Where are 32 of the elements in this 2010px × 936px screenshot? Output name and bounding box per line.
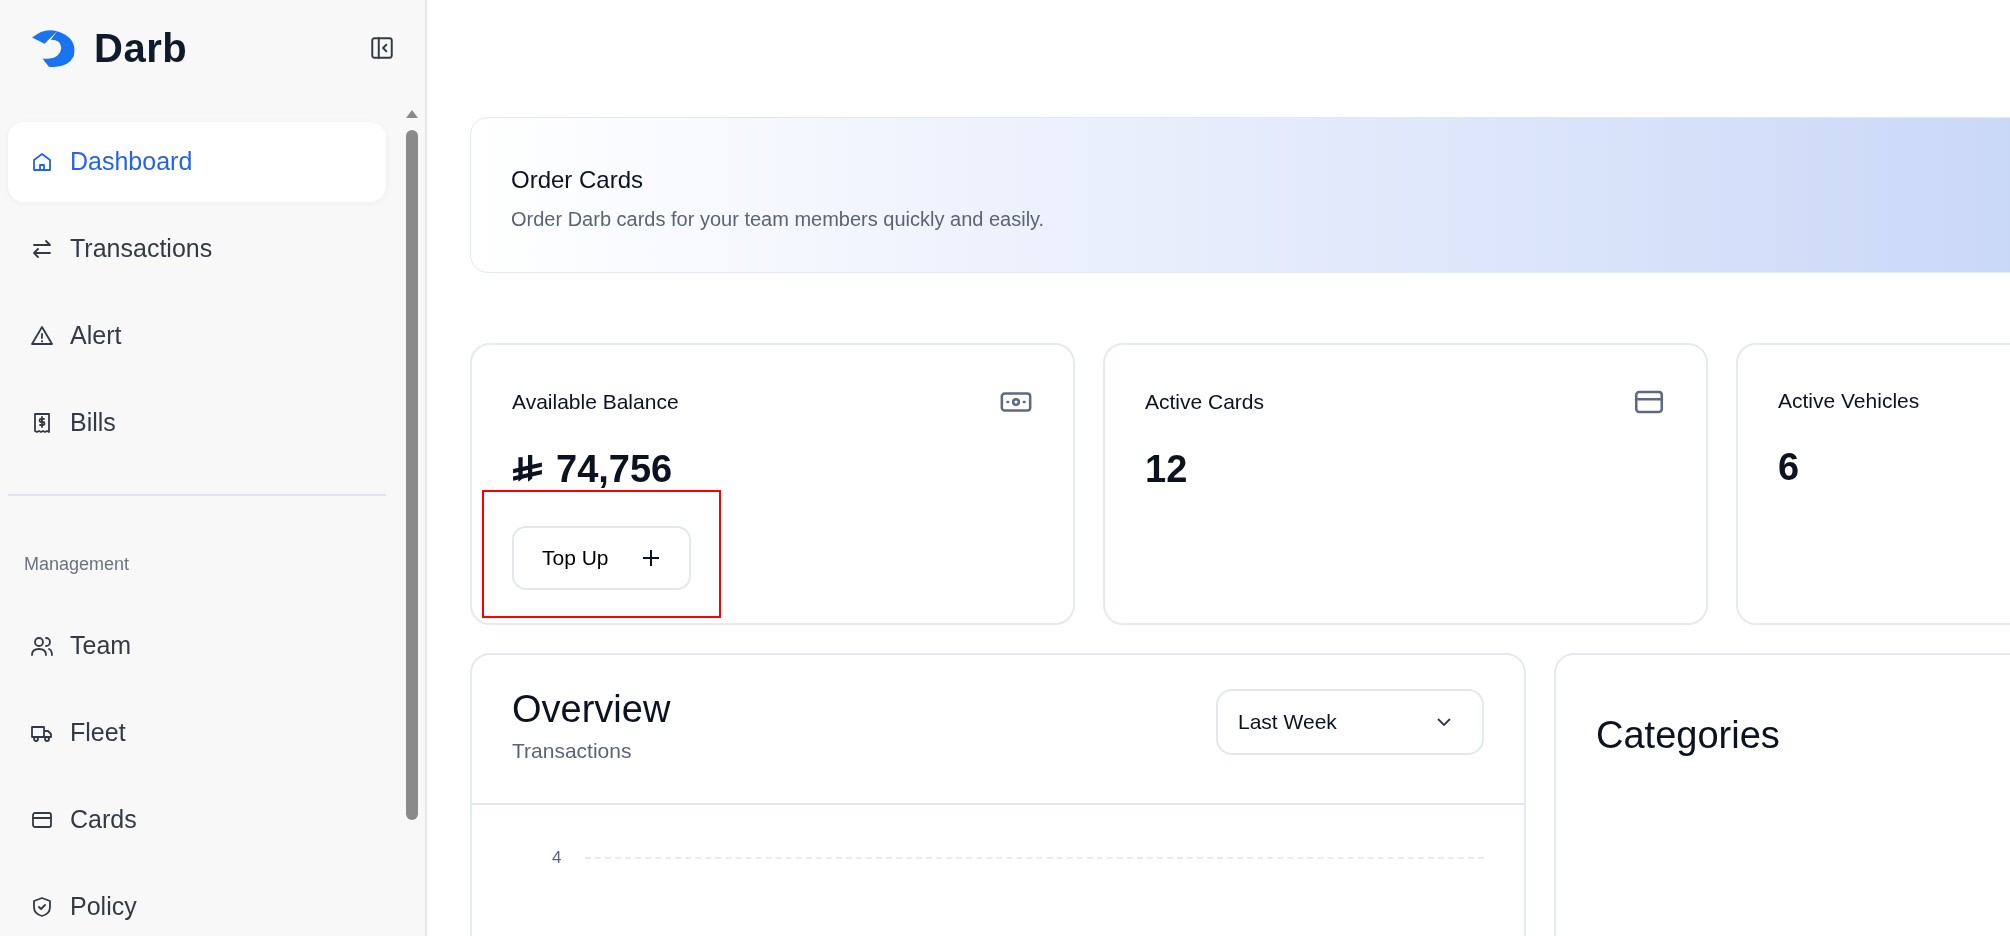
overview-subtitle: Transactions (512, 737, 633, 764)
stat-label: Active Cards (1145, 389, 1265, 416)
banner-subtitle: Order Darb cards for your team members quickly and easily. (511, 207, 1046, 232)
sidebar-collapse-button[interactable] (369, 35, 395, 61)
stat-label: Available Balance (512, 389, 679, 416)
axis-tick-label: 4 (552, 847, 562, 869)
logo-text: Darb (94, 25, 188, 72)
period-dropdown[interactable]: Last Week (1216, 689, 1484, 755)
banner-title: Order Cards (511, 165, 645, 195)
stat-label: Active Vehicles (1778, 388, 1920, 414)
nav-item[interactable]: Bills (8, 383, 386, 463)
shield-icon (30, 895, 54, 919)
section-title: Management (23, 553, 131, 576)
overview-title: Overview (512, 689, 671, 731)
stat-value: 12 (1145, 447, 1188, 492)
nav-item[interactable]: Policy (8, 867, 386, 936)
nav-item[interactable]: Fleet (8, 693, 386, 773)
arrows-icon (30, 237, 54, 261)
nav-item[interactable]: Transactions (8, 209, 386, 289)
nav-item[interactable]: Dashboard (8, 122, 386, 202)
users-icon (30, 634, 54, 658)
stat-value: 74,756 (556, 447, 673, 492)
plus-icon (640, 547, 661, 568)
scrollbar[interactable] (405, 108, 419, 820)
warning-icon (30, 324, 54, 348)
stat-value: 6 (1778, 444, 1800, 490)
nav-item[interactable]: Alert (8, 296, 386, 376)
home-icon (30, 150, 54, 174)
nav-item[interactable]: Cards (8, 780, 386, 860)
categories-title: Categories (1596, 713, 1781, 758)
nav-item[interactable]: Team (8, 606, 386, 686)
top-up-button[interactable]: Top Up (512, 526, 691, 590)
